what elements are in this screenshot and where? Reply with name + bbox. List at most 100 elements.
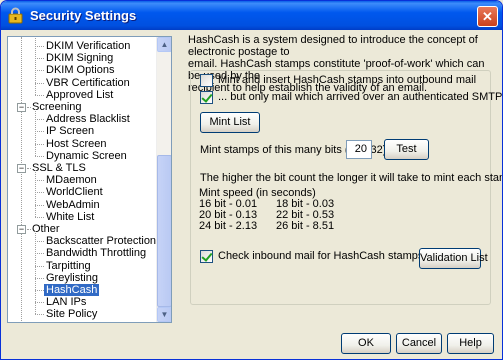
- security-settings-window: Security Settings ✕ DKIM Verification DKI…: [0, 0, 503, 360]
- tree-item-label: Dynamic Screen: [46, 149, 127, 162]
- only-authenticated-checkbox[interactable]: [200, 91, 213, 104]
- mint-speed-table: 16 bit - 0.01 18 bit - 0.03 20 bit - 0.1…: [199, 199, 439, 232]
- tree-item-other[interactable]: Other: [32, 223, 60, 235]
- tree-item-label: Tarpitting: [46, 259, 91, 272]
- tree-connector: [35, 180, 44, 182]
- tree-item-approved-list[interactable]: Approved List: [46, 89, 113, 101]
- tree-connector: [35, 82, 44, 84]
- tree-connector: [35, 302, 44, 304]
- tree-item-hashcash[interactable]: HashCash: [44, 284, 100, 296]
- tree-connector: [35, 204, 44, 206]
- tree-item-dkim-options[interactable]: DKIM Options: [46, 64, 114, 76]
- speed-cell: 26 bit - 8.51: [276, 220, 335, 232]
- scroll-down-arrow-icon: ▼: [160, 310, 169, 319]
- tree-item-site-policy[interactable]: Site Policy: [46, 308, 97, 320]
- collapse-icon[interactable]: −: [17, 224, 26, 234]
- description-line: HashCash is a system designed to introdu…: [188, 34, 478, 58]
- tree-item-label: IP Screen: [46, 125, 95, 138]
- tree-item-dynamic-screen[interactable]: Dynamic Screen: [46, 150, 127, 162]
- tree-connector: [35, 231, 36, 315]
- speed-row: 24 bit - 2.13 26 bit - 8.51: [199, 221, 439, 232]
- bit-count-note: The higher the bit count the longer it w…: [200, 172, 503, 184]
- scroll-up-button[interactable]: ▲: [157, 37, 171, 52]
- close-icon: ✕: [482, 9, 493, 24]
- tree-item-label: Bandwidth Throttling: [46, 247, 147, 260]
- tree-item-screening[interactable]: Screening: [32, 101, 82, 113]
- tree-item-label: VBR Certification: [46, 76, 130, 89]
- tree-item-label: Host Screen: [46, 137, 107, 150]
- scroll-thumb[interactable]: [157, 155, 171, 307]
- tree-item-mdaemon[interactable]: MDaemon: [46, 174, 97, 186]
- tree-connector: [35, 253, 44, 255]
- tree-connector: [35, 170, 36, 217]
- only-authenticated-label: ... but only mail which arrived over an …: [218, 91, 503, 103]
- title-bar[interactable]: Security Settings ✕: [1, 1, 502, 30]
- tree-item-label: Site Policy: [46, 308, 98, 321]
- tree-item-worldclient[interactable]: WorldClient: [46, 186, 103, 198]
- tree-item-white-list[interactable]: White List: [46, 211, 94, 223]
- tree-item-label: Approved List: [46, 88, 114, 101]
- tree-connector: [35, 192, 44, 194]
- tree-item-label: SSL & TLS: [32, 162, 86, 174]
- tree-item-ip-screen[interactable]: IP Screen: [46, 125, 94, 137]
- ok-button[interactable]: OK: [341, 333, 391, 354]
- validation-list-button[interactable]: Validation List: [419, 248, 488, 269]
- scroll-down-button[interactable]: ▼: [157, 307, 171, 322]
- mint-list-button[interactable]: Mint List: [200, 112, 260, 133]
- tree-item-label: Backscatter Protection: [46, 235, 157, 248]
- tree-connector: [27, 107, 31, 108]
- tree-connector: [35, 46, 44, 47]
- collapse-icon[interactable]: −: [17, 102, 26, 112]
- mint-outbound-label: Mint and insert HashCash stamps into out…: [218, 74, 477, 86]
- tree-connector: [35, 216, 44, 218]
- help-button[interactable]: Help: [447, 333, 494, 354]
- tree-item-label: WebAdmin: [46, 198, 100, 211]
- collapse-icon[interactable]: −: [17, 163, 26, 173]
- test-button[interactable]: Test: [384, 139, 429, 160]
- tree-connector: [35, 290, 44, 291]
- tree-scrollbar[interactable]: ▲ ▼: [156, 37, 171, 322]
- tree-item-address-blacklist[interactable]: Address Blacklist: [46, 113, 130, 125]
- tree-item-vbr-certification[interactable]: VBR Certification: [46, 77, 130, 89]
- tree-connector: [35, 37, 36, 95]
- tree-item-label: Greylisting: [46, 271, 98, 284]
- mint-outbound-checkbox[interactable]: [200, 74, 213, 87]
- settings-tree[interactable]: DKIM Verification DKIM Signing DKIM Option…: [7, 36, 172, 323]
- cancel-button[interactable]: Cancel: [396, 333, 442, 354]
- tree-item-label: WorldClient: [46, 186, 103, 199]
- tree-connector: [35, 119, 44, 121]
- tree-item-dkim-signing[interactable]: DKIM Signing: [46, 52, 113, 64]
- tree-item-tarpitting[interactable]: Tarpitting: [46, 260, 91, 272]
- tree-item-label: Other: [32, 223, 60, 235]
- tree-item-dkim-verification[interactable]: DKIM Verification: [46, 40, 130, 52]
- tree-item-label: MDaemon: [46, 174, 97, 187]
- tree-item-backscatter-protection[interactable]: Backscatter Protection: [46, 235, 156, 247]
- tree-connector: [35, 109, 36, 156]
- tree-connector: [35, 70, 44, 72]
- tree-item-greylisting[interactable]: Greylisting: [46, 272, 98, 284]
- check-inbound-label: Check inbound mail for HashCash stamps: [218, 250, 424, 262]
- tree-item-label: Address Blacklist: [46, 113, 130, 126]
- tree-connector: [35, 277, 44, 279]
- tree-item-bandwidth-throttling[interactable]: Bandwidth Throttling: [46, 247, 146, 259]
- tree-connector: [27, 168, 31, 169]
- tree-connector: [35, 155, 44, 157]
- tree-connector: [35, 241, 44, 243]
- tree-item-label: DKIM Verification: [46, 40, 131, 52]
- close-button[interactable]: ✕: [477, 6, 498, 27]
- tree-connector: [27, 229, 31, 230]
- tree-item-webadmin[interactable]: WebAdmin: [46, 199, 100, 211]
- tree-connector: [35, 94, 44, 96]
- tree-item-label: White List: [46, 210, 95, 223]
- tree-connector: [35, 131, 44, 133]
- tree-connector: [35, 265, 44, 267]
- tree-connector: [35, 143, 44, 145]
- tree-item-host-screen[interactable]: Host Screen: [46, 138, 107, 150]
- bits-input[interactable]: 20: [346, 140, 372, 159]
- check-inbound-checkbox[interactable]: [200, 250, 213, 263]
- tree-item-label: LAN IPs: [46, 296, 87, 309]
- tree-item-ssl-tls[interactable]: SSL & TLS: [32, 162, 86, 174]
- tree-item-label: DKIM Signing: [46, 52, 114, 65]
- tree-item-label: DKIM Options: [46, 64, 115, 77]
- tree-item-lan-ips[interactable]: LAN IPs: [46, 296, 86, 308]
